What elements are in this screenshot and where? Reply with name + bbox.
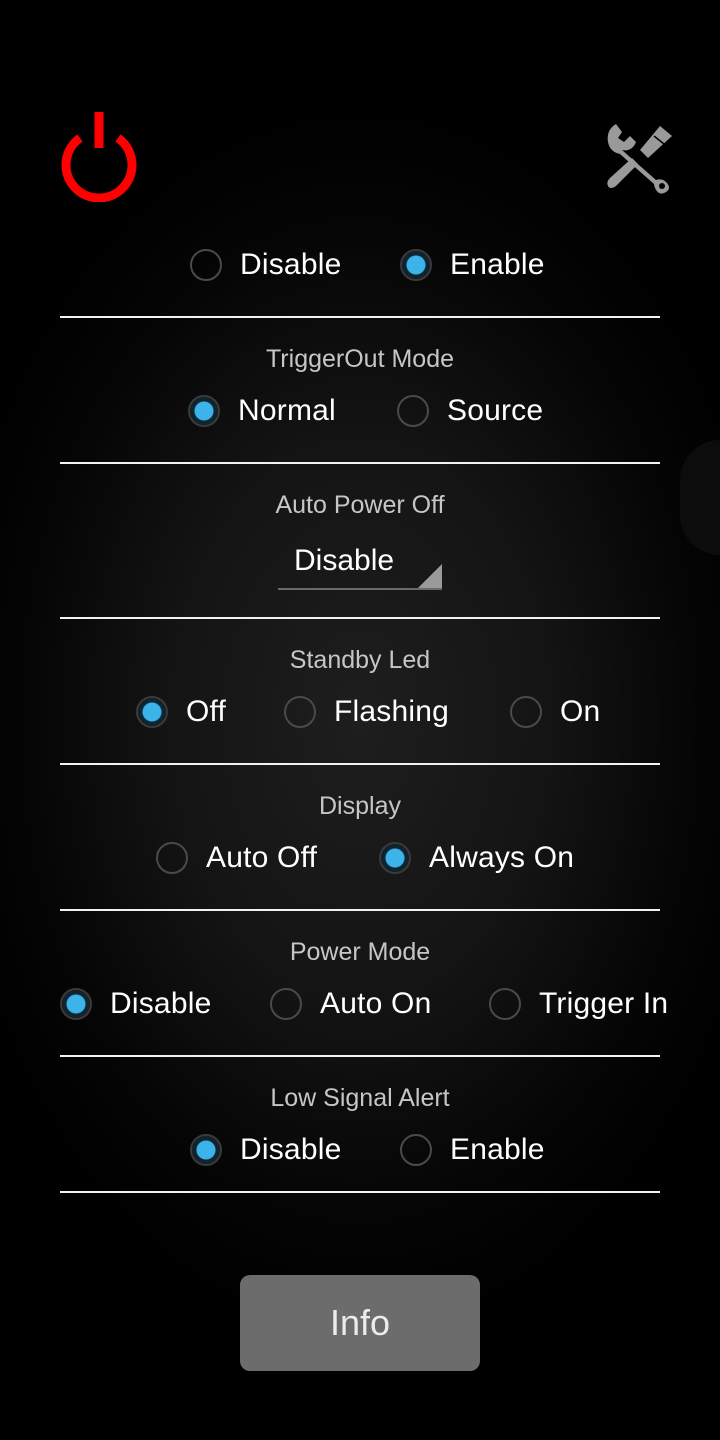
auto-power-off-title: Auto Power Off bbox=[275, 491, 445, 519]
divider bbox=[60, 1055, 660, 1057]
power-mode-trigger-in-radio[interactable]: Trigger In bbox=[489, 982, 668, 1026]
low-signal-alert-title: Low Signal Alert bbox=[270, 1084, 450, 1112]
power-mode-disable-radio[interactable]: Disable bbox=[60, 982, 211, 1026]
divider bbox=[60, 462, 660, 464]
divider bbox=[60, 316, 660, 318]
auto-power-off-value: Disable bbox=[294, 544, 395, 577]
divider bbox=[60, 1191, 660, 1193]
auto-power-off-dropdown[interactable]: Disable bbox=[278, 538, 442, 590]
trigger-out-mode-group: Normal Source bbox=[0, 389, 720, 433]
dropdown-arrow-icon bbox=[418, 564, 442, 588]
radio-checked-icon bbox=[190, 1134, 222, 1166]
radio-unchecked-icon bbox=[284, 696, 316, 728]
trigger-out-source-radio[interactable]: Source bbox=[397, 389, 543, 433]
radio-unchecked-icon bbox=[510, 696, 542, 728]
display-always-on-radio[interactable]: Always On bbox=[379, 836, 574, 880]
trigger-out-mode-title: TriggerOut Mode bbox=[265, 345, 455, 373]
low-signal-alert-group: Disable Enable bbox=[0, 1128, 720, 1172]
divider bbox=[60, 763, 660, 765]
power-icon[interactable] bbox=[54, 110, 144, 203]
standby-led-title: Standby Led bbox=[289, 646, 431, 674]
radio-unchecked-icon bbox=[156, 842, 188, 874]
standby-led-flashing-radio[interactable]: Flashing bbox=[284, 690, 449, 734]
power-mode-title: Power Mode bbox=[289, 938, 431, 966]
divider bbox=[60, 909, 660, 911]
main-switch-disable-radio[interactable]: Disable bbox=[190, 243, 341, 287]
main-switch-group: Disable Enable bbox=[0, 243, 720, 287]
main-switch-enable-radio[interactable]: Enable bbox=[400, 243, 545, 287]
radio-unchecked-icon bbox=[489, 988, 521, 1020]
display-title: Display bbox=[319, 792, 401, 820]
low-signal-disable-radio[interactable]: Disable bbox=[190, 1128, 341, 1172]
radio-checked-icon bbox=[60, 988, 92, 1020]
radio-checked-icon bbox=[379, 842, 411, 874]
radio-checked-icon bbox=[188, 395, 220, 427]
radio-unchecked-icon bbox=[270, 988, 302, 1020]
standby-led-group: Off Flashing On bbox=[0, 690, 720, 734]
power-mode-auto-on-radio[interactable]: Auto On bbox=[270, 982, 431, 1026]
low-signal-enable-radio[interactable]: Enable bbox=[400, 1128, 545, 1172]
radio-unchecked-icon bbox=[397, 395, 429, 427]
standby-led-on-radio[interactable]: On bbox=[510, 690, 600, 734]
wrench-screwdriver-icon[interactable] bbox=[602, 120, 678, 194]
radio-unchecked-icon bbox=[400, 1134, 432, 1166]
standby-led-off-radio[interactable]: Off bbox=[136, 690, 226, 734]
radio-unchecked-icon bbox=[190, 249, 222, 281]
power-mode-group: Disable Auto On Trigger In bbox=[0, 982, 720, 1026]
dropdown-underline bbox=[278, 588, 442, 590]
display-group: Auto Off Always On bbox=[0, 836, 720, 880]
radio-checked-icon bbox=[400, 249, 432, 281]
display-auto-off-radio[interactable]: Auto Off bbox=[156, 836, 317, 880]
radio-checked-icon bbox=[136, 696, 168, 728]
trigger-out-normal-radio[interactable]: Normal bbox=[188, 389, 336, 433]
divider bbox=[60, 617, 660, 619]
info-button[interactable]: Info bbox=[240, 1275, 480, 1371]
